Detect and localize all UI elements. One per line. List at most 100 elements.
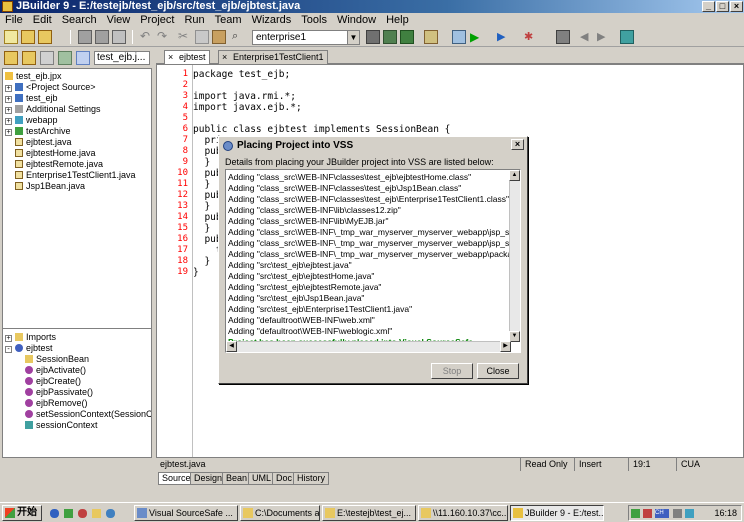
tree-item[interactable]: SessionBean (25, 354, 89, 365)
task-visual-sourcesafe[interactable]: Visual SourceSafe ... (134, 505, 238, 521)
menu-project[interactable]: Project (135, 13, 179, 27)
maximize-button[interactable]: □ (716, 1, 729, 12)
back-icon[interactable]: ◀ (580, 30, 594, 44)
code-line[interactable]: } (193, 201, 210, 212)
tree-item[interactable]: ejbActivate() (25, 365, 86, 376)
tray-app-icon[interactable] (643, 509, 652, 518)
menu-run[interactable]: Run (179, 13, 209, 27)
tab-design[interactable]: Design (190, 472, 227, 485)
tab-bean[interactable]: Bean (222, 472, 252, 485)
vss-log-list[interactable]: Adding "class_src\WEB-INF\classes\test_e… (225, 169, 521, 353)
print-icon[interactable] (112, 30, 126, 44)
browse-icon[interactable] (556, 30, 570, 44)
network-icon[interactable] (685, 509, 694, 518)
tree-item[interactable]: ejbtestRemote.java (15, 159, 103, 170)
tree-item[interactable]: Enterprise1TestClient1.java (15, 170, 136, 181)
code-line[interactable]: import java.rmi.*; (193, 91, 296, 102)
undo-icon[interactable]: ↶ (140, 30, 154, 44)
paste-icon[interactable] (212, 30, 226, 44)
run-configuration-combo[interactable]: enterprise1 ▼ (252, 30, 360, 45)
help-topics-icon[interactable] (620, 30, 634, 44)
build-icon[interactable] (400, 30, 414, 44)
structure-tree[interactable]: + Imports - ejbtest SessionBean ejbActivat… (2, 328, 152, 458)
expander-icon[interactable]: - (5, 346, 12, 353)
menu-window[interactable]: Window (332, 13, 381, 27)
debug-icon[interactable]: ▶ (497, 30, 511, 44)
new-file-icon[interactable] (4, 30, 18, 44)
code-line[interactable]: } (193, 223, 210, 234)
chevron-down-icon[interactable]: ▼ (347, 31, 359, 44)
project-selector[interactable]: test_ejb.j... (94, 51, 150, 65)
copy-icon[interactable] (195, 30, 209, 44)
dialog-close-button[interactable]: × (511, 139, 524, 150)
minimize-button[interactable]: _ (702, 1, 715, 12)
tab-enterprise1testclient1[interactable]: × Enterprise1TestClient1 (218, 50, 328, 64)
stop-button[interactable]: Stop (431, 363, 473, 379)
add-file-icon[interactable] (4, 51, 18, 65)
cut-icon[interactable]: ✂ (178, 30, 192, 44)
input-method-indicator[interactable]: CH (655, 509, 669, 518)
make-icon[interactable] (366, 30, 380, 44)
scroll-right-icon[interactable]: ▶ (500, 341, 511, 352)
menu-edit[interactable]: Edit (28, 13, 57, 27)
project-icon[interactable] (424, 30, 438, 44)
window-title-bar[interactable]: JBuilder 9 - E:/testejb/test_ejb/src/tes… (0, 0, 744, 13)
tab-history[interactable]: History (293, 472, 330, 485)
ie-icon[interactable] (50, 509, 59, 518)
expander-icon[interactable]: + (5, 85, 12, 92)
tree-item[interactable]: ejbRemove() (25, 398, 88, 409)
expander-icon[interactable]: + (5, 107, 12, 114)
task-documents[interactable]: C:\Documents and... (240, 505, 320, 521)
save-all-icon[interactable] (95, 30, 109, 44)
menu-view[interactable]: View (102, 13, 136, 27)
menu-team[interactable]: Team (210, 13, 247, 27)
menu-file[interactable]: File (0, 13, 28, 27)
close-tab-icon[interactable]: × (222, 51, 227, 64)
redo-icon[interactable]: ↷ (157, 30, 171, 44)
tree-item[interactable]: - ejbtest (5, 343, 53, 354)
close-window-button[interactable]: × (730, 1, 743, 12)
forward-icon[interactable]: ▶ (597, 30, 611, 44)
tree-item[interactable]: Jsp1Bean.java (15, 181, 85, 192)
tree-item[interactable]: + <Project Source> (5, 82, 96, 93)
tree-item[interactable]: + webapp (5, 115, 58, 126)
save-icon[interactable] (78, 30, 92, 44)
open-folder-icon[interactable] (21, 30, 35, 44)
add-folder-icon[interactable] (22, 51, 36, 65)
code-line[interactable]: } (193, 157, 210, 168)
find-icon[interactable]: ⌕ (232, 30, 246, 44)
tab-uml[interactable]: UML (248, 472, 276, 485)
menu-tools[interactable]: Tools (296, 13, 332, 27)
tree-item[interactable]: + Imports (5, 332, 56, 343)
project-group-icon[interactable] (76, 51, 90, 65)
menu-help[interactable]: Help (381, 13, 414, 27)
outlook-icon[interactable] (92, 509, 101, 518)
tree-item[interactable]: + testArchive (5, 126, 71, 137)
menu-search[interactable]: Search (57, 13, 102, 27)
close-tab-icon[interactable]: × (168, 51, 173, 64)
quicklaunch-icon[interactable] (78, 509, 87, 518)
tree-item[interactable]: ejbPassivate() (25, 387, 93, 398)
tab-ejbtest[interactable]: × ejbtest (164, 50, 210, 64)
menu-wizards[interactable]: Wizards (247, 13, 297, 27)
code-line[interactable]: } (193, 267, 199, 278)
rebuild-icon[interactable] (383, 30, 397, 44)
scroll-up-icon[interactable]: ▲ (509, 170, 520, 181)
refresh-icon[interactable] (58, 51, 72, 65)
code-line[interactable]: } (193, 256, 210, 267)
tree-item[interactable]: test_ejb.jpx (5, 71, 62, 82)
dialog-title-bar[interactable]: Placing Project into VSS (221, 139, 525, 153)
horizontal-scrollbar[interactable]: ◀ ▶ (226, 341, 511, 352)
tree-item[interactable]: setSessionContext(SessionC (25, 409, 151, 420)
task-network-share[interactable]: \\11.160.10.37\cc... (418, 505, 508, 521)
tree-item[interactable]: sessionContext (25, 420, 98, 431)
optimize-icon[interactable]: ✱ (524, 30, 538, 44)
tree-item[interactable]: + Additional Settings (5, 104, 101, 115)
code-line[interactable]: public class ejbtest implements SessionB… (193, 124, 450, 135)
volume-icon[interactable] (673, 509, 682, 518)
tree-item[interactable]: + test_ejb (5, 93, 58, 104)
code-line[interactable]: import javax.ejb.*; (193, 102, 302, 113)
vertical-scrollbar[interactable]: ▲ ▼ (509, 170, 520, 342)
tree-item[interactable]: ejbtest.java (15, 137, 72, 148)
clock[interactable]: 16:18 (714, 506, 737, 520)
